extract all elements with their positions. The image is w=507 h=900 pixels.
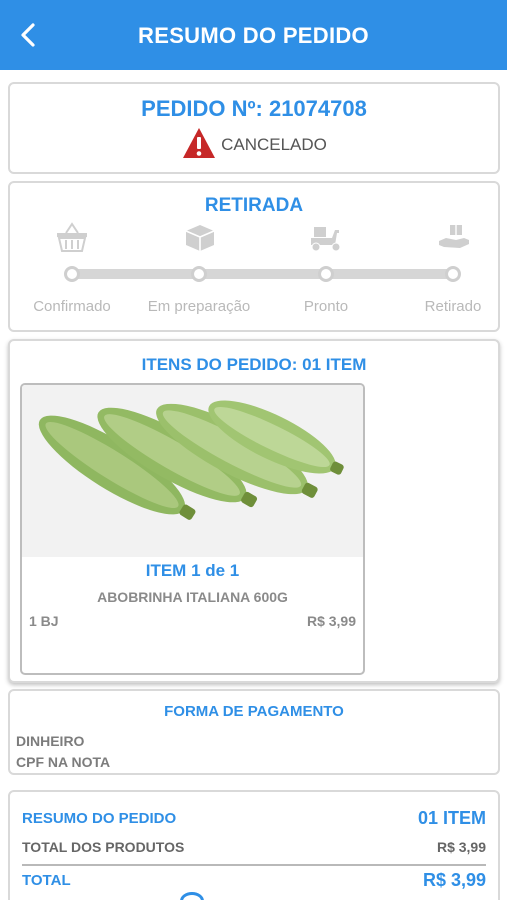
order-number: PEDIDO Nº: 21074708	[141, 96, 367, 121]
status-text: CANCELADO	[221, 135, 327, 154]
total-label: TOTAL	[22, 872, 71, 889]
page-title: RESUMO DO PEDIDO	[138, 23, 369, 48]
step-dot-em-preparacao	[191, 266, 207, 282]
step-dot-pronto	[318, 266, 334, 282]
order-items-card: ITENS DO PEDIDO: 01 ITEM ITEM 1 de 1 ABO…	[8, 339, 500, 683]
basket-icon	[57, 222, 87, 252]
payment-method: DINHEIRO	[16, 733, 85, 749]
item-count: ITEM 1 de 1	[145, 561, 240, 580]
step-label-confirmado: Confirmado	[33, 298, 111, 315]
order-summary-card: RESUMO DO PEDIDO 01 ITEM TOTAL DOS PRODU…	[8, 790, 500, 900]
order-status: CANCELADO	[10, 126, 498, 160]
total-value: R$ 3,99	[422, 870, 486, 890]
products-total-value: R$ 3,99	[436, 839, 486, 855]
item-price: R$ 3,99	[306, 613, 356, 629]
pickup-title: RETIRADA	[204, 195, 304, 216]
pickup-progress-card: RETIRADA Confirmado Em preparação Pronto…	[8, 181, 500, 332]
summary-divider	[22, 864, 486, 866]
app-header: RESUMO DO PEDIDO	[0, 0, 507, 70]
zucchini-image	[22, 385, 363, 557]
summary-item-count: 01 ITEM	[417, 808, 486, 828]
payment-title: FORMA DE PAGAMENTO	[164, 703, 344, 720]
progress-track	[72, 269, 454, 279]
step-dot-retirado	[445, 266, 461, 282]
item-name: ABOBRINHA ITALIANA 600G	[97, 589, 288, 605]
delivery-scooter-icon	[311, 227, 341, 252]
products-total-label: TOTAL DOS PRODUTOS	[22, 839, 185, 855]
step-label-em-preparacao: Em preparação	[147, 298, 251, 315]
box-icon	[185, 225, 215, 251]
payment-card: FORMA DE PAGAMENTO DINHEIRO CPF NA NOTA	[8, 689, 500, 775]
step-dot-confirmado	[64, 266, 80, 282]
item-quantity: 1 BJ	[29, 613, 59, 629]
step-label-pronto: Pronto	[303, 298, 349, 315]
step-label-retirado: Retirado	[424, 298, 482, 315]
summary-title: RESUMO DO PEDIDO	[22, 810, 177, 827]
items-title: ITENS DO PEDIDO: 01 ITEM	[141, 355, 367, 374]
hand-package-icon	[439, 225, 469, 248]
warning-icon	[183, 128, 216, 158]
order-card: PEDIDO Nº: 21074708 CANCELADO	[8, 82, 500, 174]
cpf-note: CPF NA NOTA	[16, 754, 111, 770]
product-card[interactable]: ITEM 1 de 1 ABOBRINHA ITALIANA 600G 1 BJ…	[20, 383, 365, 675]
